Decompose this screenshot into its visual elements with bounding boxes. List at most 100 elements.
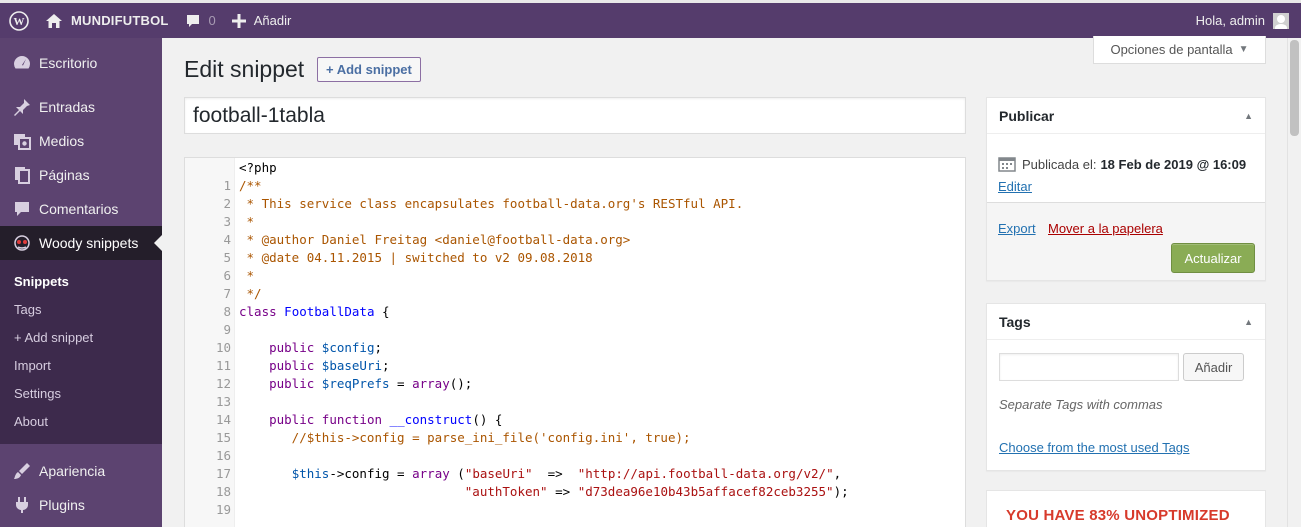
line-number: 1 (223, 178, 231, 193)
submenu-settings[interactable]: Settings (0, 380, 162, 408)
code-text: public $reqPrefs = array(); (269, 376, 473, 391)
update-button[interactable]: Actualizar (1171, 243, 1255, 273)
code-line: 16 (185, 447, 231, 465)
menu-item-medios[interactable]: Medios (0, 124, 162, 158)
line-number: 14 (215, 412, 231, 427)
menu-item-paginas[interactable]: Páginas (0, 158, 162, 192)
optimization-notice: YOU HAVE 83% UNOPTIMIZED (986, 490, 1266, 527)
site-name: MUNDIFUTBOL (71, 13, 169, 28)
line-number: 18 (215, 484, 231, 499)
code-line: 15 //$this->config = parse_ini_file('con… (185, 429, 691, 447)
publish-box-header[interactable]: Publicar ▲ (987, 98, 1265, 134)
comment-bubble-icon (186, 14, 199, 27)
line-number: 19 (215, 502, 231, 517)
code-text: */ (239, 286, 262, 301)
scrollbar-thumb[interactable] (1290, 40, 1299, 136)
submenu-import[interactable]: Import (0, 352, 162, 380)
plus-icon (231, 13, 246, 28)
code-line: 17 $this->config = array ("baseUri" => "… (185, 465, 841, 483)
menu-item-apariencia[interactable]: Apariencia (0, 454, 162, 488)
code-line-header: <?php (185, 159, 277, 177)
publish-date-info: Publicada el: 18 Feb de 2019 @ 16:09 (998, 156, 1246, 172)
code-text: $this->config = array ("baseUri" => "htt… (291, 466, 842, 481)
tags-box-header[interactable]: Tags ▲ (987, 304, 1265, 340)
line-number: 13 (215, 394, 231, 409)
menu-label: Escritorio (39, 55, 98, 71)
woody-icon (14, 235, 30, 251)
line-number: 16 (215, 448, 231, 463)
admin-menu: Escritorio Entradas Medios Páginas Comen… (0, 38, 162, 527)
code-line: 2 * This service class encapsulates foot… (185, 195, 743, 213)
menu-item-escritorio[interactable]: Escritorio (0, 46, 162, 80)
code-line: 4 * @author Daniel Freitag <daniel@footb… (185, 231, 630, 249)
my-account[interactable]: Hola, admin (1196, 12, 1301, 29)
page-scrollbar[interactable] (1287, 38, 1301, 527)
pages-icon (15, 167, 30, 184)
menu-item-woody-snippets[interactable]: Woody snippets (0, 226, 162, 260)
avatar (1273, 12, 1289, 29)
submenu-add-snippet[interactable]: + Add snippet (0, 324, 162, 352)
comments-link[interactable]: 0 (177, 3, 224, 38)
site-name-link[interactable]: MUNDIFUTBOL (37, 3, 177, 38)
brush-icon (14, 463, 30, 479)
svg-text:W: W (14, 16, 25, 28)
edit-date-link[interactable]: Editar (998, 179, 1032, 194)
menu-label: Páginas (39, 167, 90, 183)
menu-item-entradas[interactable]: Entradas (0, 90, 162, 124)
home-icon (46, 13, 62, 28)
menu-item-plugins[interactable]: Plugins (0, 488, 162, 522)
choose-tags-link[interactable]: Choose from the most used Tags (999, 440, 1190, 455)
menu-label: Apariencia (39, 463, 106, 479)
submenu-snippets[interactable]: Snippets (0, 268, 162, 296)
comments-count: 0 (208, 13, 216, 28)
line-number: 2 (223, 196, 231, 211)
menu-item-comentarios[interactable]: Comentarios (0, 192, 162, 226)
code-text: * (239, 268, 255, 283)
code-line: 6 * (185, 267, 254, 285)
wordpress-logo-icon[interactable]: W (0, 3, 37, 38)
new-label: Añadir (253, 13, 292, 28)
snippet-title-input[interactable]: football-1tabla (184, 97, 966, 134)
menu-label: Entradas (39, 99, 96, 115)
new-content-link[interactable]: Añadir (224, 3, 300, 38)
add-snippet-button[interactable]: + Add snippet (317, 57, 421, 82)
line-number: 15 (215, 430, 231, 445)
code-text: //$this->config = parse_ini_file('config… (239, 430, 691, 445)
line-number: 8 (223, 304, 231, 319)
line-number: 9 (223, 322, 231, 337)
comment-icon (15, 202, 29, 216)
line-number: 4 (223, 232, 231, 247)
add-tag-button[interactable]: Añadir (1183, 353, 1244, 381)
submenu-about[interactable]: About (0, 408, 162, 436)
code-text: public $baseUri; (269, 358, 390, 373)
trash-link[interactable]: Mover a la papelera (1048, 221, 1163, 236)
code-line: 10 public $config; (185, 339, 382, 357)
code-text: public $config; (269, 340, 383, 355)
code-line: 12 public $reqPrefs = array(); (185, 375, 472, 393)
code-line: 1 /** (185, 177, 261, 195)
screen-options-button[interactable]: Opciones de pantalla ▼ (1093, 36, 1266, 64)
calendar-icon (998, 157, 1016, 172)
code-line: 13 (185, 393, 231, 411)
pin-icon (14, 99, 30, 116)
line-number: 7 (223, 286, 231, 301)
collapse-arrow-icon[interactable]: ▲ (1244, 317, 1253, 327)
line-number: 5 (223, 250, 231, 265)
published-date: 18 Feb de 2019 @ 16:09 (1100, 156, 1247, 172)
submenu-tags[interactable]: Tags (0, 296, 162, 324)
page-title: Edit snippet (184, 56, 305, 82)
collapse-arrow-icon[interactable]: ▲ (1244, 111, 1253, 121)
code-line: 3 * (185, 213, 254, 231)
publish-title: Publicar (999, 107, 1055, 124)
code-text: public function __construct() { (269, 412, 503, 427)
tag-input[interactable] (999, 353, 1179, 381)
export-link[interactable]: Export (998, 221, 1036, 236)
code-editor[interactable]: <?php 1 /** 2 * This service class encapsu… (184, 157, 966, 527)
code-text: /** (239, 178, 262, 193)
tags-title: Tags (999, 313, 1031, 330)
caret-down-icon: ▼ (1238, 44, 1249, 55)
code-text: <?php (239, 160, 277, 175)
tag-hint: Separate Tags with commas (999, 397, 1163, 412)
menu-label: Medios (39, 133, 85, 149)
media-icon (14, 134, 31, 150)
